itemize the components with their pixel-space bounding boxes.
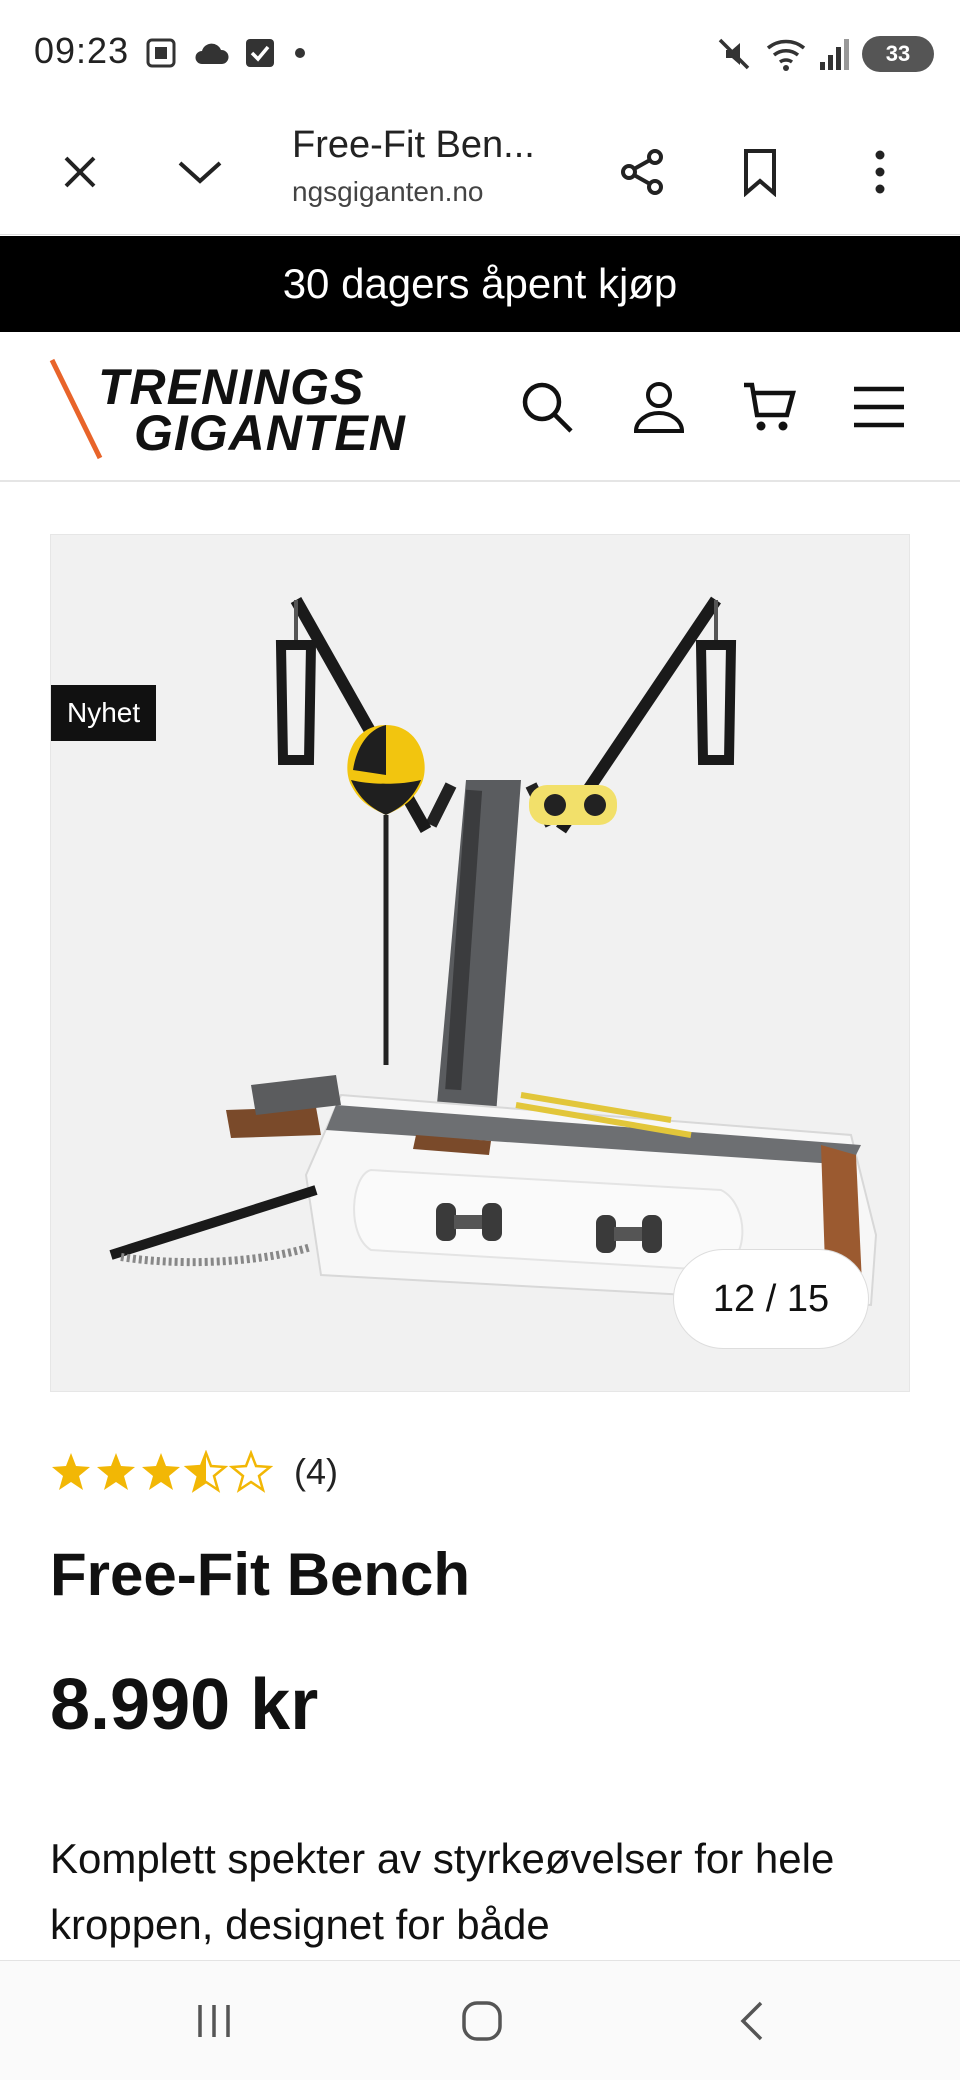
logo-slash-icon	[49, 358, 103, 460]
wifi-icon	[766, 39, 806, 71]
dot-icon	[295, 48, 305, 58]
checkbox-icon	[246, 39, 274, 67]
cloud-icon	[195, 43, 229, 64]
bookmark-button[interactable]	[728, 140, 792, 204]
tab-title: Free-Fit Ben...	[292, 124, 535, 166]
share-button[interactable]	[610, 140, 674, 204]
rating-count[interactable]: (4)	[294, 1451, 338, 1493]
minimize-tab-button[interactable]	[168, 140, 232, 204]
new-badge: Nyhet	[51, 685, 157, 741]
menu-button[interactable]	[844, 372, 914, 442]
cart-icon	[744, 382, 796, 431]
signal-icon	[820, 39, 849, 70]
product-price: 8.990 kr	[50, 1665, 319, 1745]
recent-apps-button[interactable]	[174, 1991, 254, 2051]
star-empty-icon	[230, 1451, 272, 1492]
search-button[interactable]	[512, 372, 582, 442]
search-icon	[522, 382, 573, 433]
site-header: TRENINGS GIGANTEN	[0, 332, 960, 482]
status-notification-icons	[144, 36, 310, 70]
close-tab-button[interactable]	[48, 140, 112, 204]
logo-text-line2: GIGANTEN	[134, 405, 406, 461]
more-options-button[interactable]	[848, 140, 912, 204]
battery-indicator: 33	[862, 36, 934, 72]
site-logo[interactable]: TRENINGS GIGANTEN	[46, 354, 416, 464]
cart-button[interactable]	[734, 372, 804, 442]
star-half-icon	[185, 1451, 227, 1492]
recent-apps-icon	[198, 2005, 230, 2037]
star-full-icon	[52, 1453, 90, 1490]
mute-icon	[718, 38, 750, 70]
account-button[interactable]	[624, 372, 694, 442]
back-button[interactable]	[712, 1991, 792, 2051]
home-icon	[462, 2001, 502, 2041]
star-full-icon	[97, 1453, 135, 1490]
status-bar: 09:23 33	[0, 0, 960, 110]
browser-toolbar: Free-Fit Ben... ngsgiganten.no	[0, 110, 960, 235]
home-button[interactable]	[442, 1991, 522, 2051]
product-rating[interactable]: (4)	[50, 1450, 338, 1494]
share-icon	[621, 149, 663, 195]
promo-banner[interactable]: 30 dagers åpent kjøp	[0, 236, 960, 332]
product-description: Komplett spekter av styrkeøvelser for he…	[50, 1835, 835, 1948]
hamburger-menu-icon	[854, 386, 904, 428]
screenshot-icon	[146, 38, 176, 68]
back-icon	[740, 2001, 763, 2041]
bookmark-icon	[744, 149, 776, 197]
more-vertical-icon	[875, 150, 885, 194]
promo-text: 30 dagers åpent kjøp	[282, 260, 678, 307]
star-full-icon	[142, 1453, 180, 1490]
chevron-down-icon	[178, 161, 222, 184]
status-time: 09:23	[34, 30, 130, 71]
product-title: Free-Fit Bench	[50, 1541, 471, 1608]
tab-url[interactable]: ngsgiganten.no	[292, 176, 484, 208]
user-icon	[633, 382, 685, 433]
close-icon	[64, 156, 96, 188]
status-system-icons: 33	[714, 34, 934, 74]
star-rating-icon	[52, 1451, 272, 1492]
image-counter: 12 / 15	[673, 1249, 869, 1349]
product-image-gallery[interactable]: Nyhet 12 / 15	[50, 534, 910, 1392]
system-navigation-bar	[0, 1960, 960, 2080]
